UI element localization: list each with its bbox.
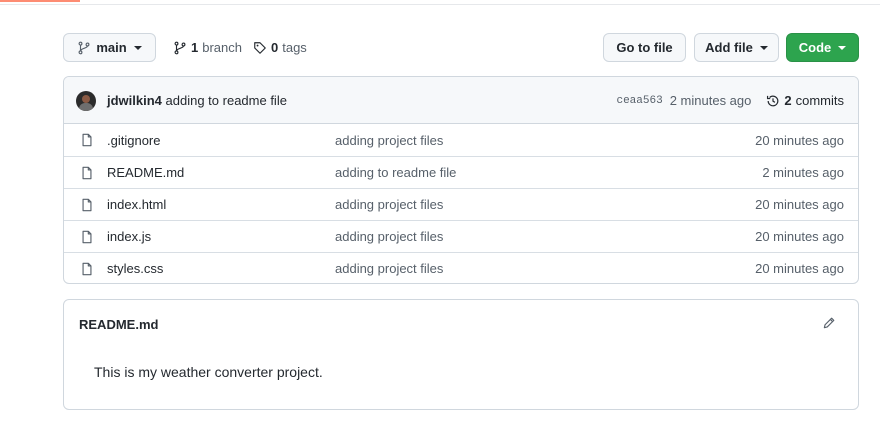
commits-history-link[interactable]: 2 commits — [766, 93, 844, 108]
pencil-icon[interactable] — [822, 316, 836, 330]
readme-panel: README.md This is my weather converter p… — [63, 299, 859, 410]
file-name-link[interactable]: index.html — [107, 197, 166, 212]
go-to-file-label: Go to file — [616, 40, 673, 55]
commit-meta: ceaa563 2 minutes ago 2 commits — [616, 93, 844, 108]
go-to-file-button[interactable]: Go to file — [603, 33, 686, 62]
commit-sha[interactable]: ceaa563 — [616, 95, 662, 107]
branch-word: branch — [202, 40, 242, 55]
table-row[interactable]: index.html adding project files 20 minutes… — [64, 188, 858, 220]
file-icon — [80, 262, 94, 279]
commit-time: 2 minutes ago — [669, 93, 752, 108]
branches-link[interactable]: 1 branch — [173, 33, 242, 62]
file-browser: jdwilkin4 adding to readme file ceaa563 … — [63, 76, 859, 284]
file-commit-message-link[interactable]: adding project files — [335, 261, 443, 276]
code-label: Code — [798, 40, 832, 55]
add-file-label: Add file — [705, 40, 753, 55]
file-name-link[interactable]: styles.css — [107, 261, 163, 276]
file-commit-age: 2 minutes ago — [762, 165, 844, 180]
file-icon — [80, 166, 94, 183]
branch-count: 1 — [191, 40, 199, 55]
tag-icon — [254, 41, 266, 54]
git-branch-icon — [174, 41, 186, 54]
git-branch-icon — [78, 41, 90, 54]
latest-commit-summary: jdwilkin4 adding to readme file — [107, 93, 287, 108]
tag-count: 0 — [271, 40, 279, 55]
chevron-down-icon — [838, 45, 847, 50]
readme-title[interactable]: README.md — [79, 317, 158, 332]
table-row[interactable]: index.js adding project files 20 minutes a… — [64, 220, 858, 252]
avatar[interactable] — [76, 91, 96, 111]
file-commit-message-link[interactable]: adding project files — [335, 197, 443, 212]
chevron-down-icon — [133, 45, 142, 50]
table-row[interactable]: README.md adding to readme file 2 minutes … — [64, 156, 858, 188]
branch-select-button[interactable]: main — [63, 33, 156, 62]
file-name-link[interactable]: index.js — [107, 229, 151, 244]
commit-message[interactable]: adding to readme file — [166, 93, 287, 108]
commit-count: 2 — [784, 93, 792, 108]
file-commit-age: 20 minutes ago — [755, 132, 844, 148]
file-name-link[interactable]: .gitignore — [107, 133, 160, 148]
branch-name: main — [96, 40, 127, 55]
file-name-link[interactable]: README.md — [107, 165, 184, 180]
commit-author[interactable]: jdwilkin4 — [107, 93, 162, 108]
add-file-button[interactable]: Add file — [694, 33, 779, 62]
tag-word: tags — [282, 40, 307, 55]
file-commit-message-link[interactable]: adding project files — [335, 229, 443, 244]
commit-word: commits — [795, 93, 844, 108]
readme-body: This is my weather converter project. — [94, 364, 323, 380]
code-button[interactable]: Code — [786, 33, 859, 62]
file-list: .gitignore adding project files 20 minutes… — [64, 124, 858, 283]
file-commit-age: 20 minutes ago — [755, 229, 844, 244]
file-commit-message-link[interactable]: adding project files — [335, 133, 443, 148]
latest-commit-bar: jdwilkin4 adding to readme file ceaa563 … — [64, 77, 858, 124]
table-row[interactable]: styles.css adding project files 20 minutes… — [64, 252, 858, 283]
history-icon — [767, 95, 779, 106]
file-icon — [80, 198, 94, 215]
tags-link[interactable]: 0 tags — [253, 33, 307, 62]
chevron-down-icon — [759, 45, 768, 50]
repo-toolbar: main 1 branch 0 tags Go to file Add file… — [63, 33, 859, 62]
file-commit-age: 20 minutes ago — [755, 261, 844, 276]
nav-active-underline — [0, 0, 80, 2]
file-commit-age: 20 minutes ago — [755, 197, 844, 212]
header-divider — [0, 4, 880, 5]
file-icon — [80, 133, 94, 150]
file-icon — [80, 230, 94, 247]
file-commit-message-link[interactable]: adding to readme file — [335, 165, 456, 180]
table-row[interactable]: .gitignore adding project files 20 minutes… — [64, 124, 858, 156]
